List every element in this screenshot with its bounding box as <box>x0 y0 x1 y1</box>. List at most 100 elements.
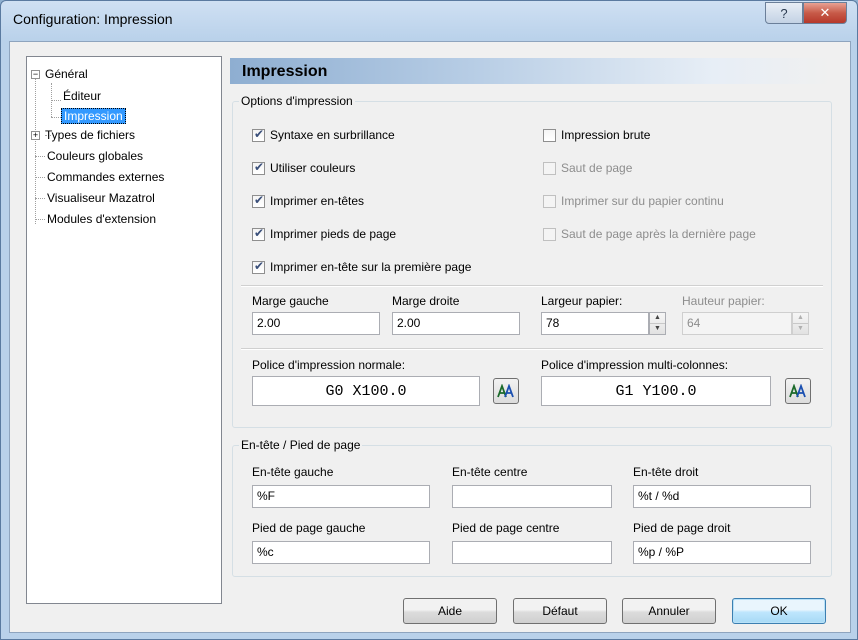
font-normal-label: Police d'impression normale: <box>252 358 406 372</box>
tree-item-impression[interactable]: Impression <box>61 108 126 125</box>
header-footer-group: En-tête / Pied de page En-tête gauche %F… <box>232 438 832 577</box>
paper-width-label: Largeur papier: <box>541 294 623 308</box>
print-headers-checkbox[interactable]: Imprimer en-têtes <box>252 193 364 209</box>
title-bar: Configuration: Impression ? ✕ <box>1 1 857 41</box>
margin-left-input[interactable]: 2.00 <box>252 312 380 335</box>
margin-left-label: Marge gauche <box>252 294 329 308</box>
checkbox-box <box>252 193 265 208</box>
font-normal-preview: G0 X100.0 <box>252 376 480 406</box>
header-right-label: En-tête droit <box>633 465 699 479</box>
group-legend: En-tête / Pied de page <box>239 438 363 452</box>
use-colors-checkbox[interactable]: Utiliser couleurs <box>252 160 355 176</box>
tree-item-types-fichiers[interactable]: Types de fichiers <box>45 127 135 144</box>
tree-line <box>51 117 61 118</box>
tree-line <box>35 219 45 220</box>
tree-item-label: Couleurs globales <box>47 149 144 163</box>
spin-down-icon[interactable]: ▼ <box>793 324 808 335</box>
checkbox-box <box>252 259 265 274</box>
tree-item-label: Général <box>45 67 88 81</box>
tree-item-general[interactable]: Général <box>45 66 88 83</box>
tree-line <box>35 177 45 178</box>
header-center-input[interactable] <box>452 485 612 508</box>
checkbox-label: Saut de page après la dernière page <box>561 227 756 241</box>
page-break-checkbox[interactable]: Saut de page <box>543 160 632 176</box>
ok-button[interactable]: OK <box>732 598 826 624</box>
dialog-client: − Général Éditeur Impression + Types de … <box>9 41 851 633</box>
help-button[interactable]: Aide <box>403 598 497 624</box>
raw-print-checkbox[interactable]: Impression brute <box>543 127 650 143</box>
spin-up-icon[interactable]: ▲ <box>650 313 665 324</box>
footer-center-input[interactable] <box>452 541 612 564</box>
print-options-group: Options d'impression Syntaxe en surbrill… <box>232 94 832 428</box>
checkbox-label: Impression brute <box>561 128 651 142</box>
margin-right-label: Marge droite <box>392 294 460 308</box>
footer-right-label: Pied de page droit <box>633 521 731 535</box>
tree-item-modules-extension[interactable]: Modules d'extension <box>47 211 156 228</box>
tree-item-editeur[interactable]: Éditeur <box>63 88 101 105</box>
tree-item-commandes-externes[interactable]: Commandes externes <box>47 169 164 186</box>
checkbox-box <box>543 161 556 175</box>
tree-item-couleurs-globales[interactable]: Couleurs globales <box>47 148 143 165</box>
paper-height-spinner[interactable]: ▲ ▼ <box>792 312 809 335</box>
margin-right-input[interactable]: 2.00 <box>392 312 520 335</box>
close-icon[interactable]: ✕ <box>803 2 847 24</box>
footer-right-input[interactable]: %p / %P <box>633 541 811 564</box>
collapse-icon[interactable]: − <box>31 70 40 79</box>
first-page-header-checkbox[interactable]: Imprimer en-tête sur la première page <box>252 259 471 275</box>
footer-left-input[interactable]: %c <box>252 541 430 564</box>
syntax-highlight-checkbox[interactable]: Syntaxe en surbrillance <box>252 127 395 143</box>
font-normal-button[interactable] <box>493 378 519 404</box>
tree-line <box>35 75 36 224</box>
page-title: Impression <box>230 58 834 84</box>
expand-icon[interactable]: + <box>31 131 40 140</box>
checkbox-box <box>252 226 265 241</box>
checkbox-box <box>543 227 556 241</box>
header-right-input[interactable]: %t / %d <box>633 485 811 508</box>
checkbox-label: Imprimer pieds de page <box>270 227 397 241</box>
paper-width-spinner[interactable]: ▲ ▼ <box>649 312 666 335</box>
footer-left-label: Pied de page gauche <box>252 521 366 535</box>
dialog-window: Configuration: Impression ? ✕ − Général … <box>0 0 858 640</box>
separator <box>241 348 823 350</box>
window-title: Configuration: Impression <box>13 11 173 27</box>
tree-item-visualiseur-mazatrol[interactable]: Visualiseur Mazatrol <box>47 190 155 207</box>
last-page-break-checkbox[interactable]: Saut de page après la dernière page <box>543 226 756 242</box>
paper-height-label: Hauteur papier: <box>682 294 765 308</box>
tree-line <box>35 198 45 199</box>
tree-item-label: Commandes externes <box>47 170 165 184</box>
tree-item-label: Éditeur <box>63 89 102 103</box>
font-multi-label: Police d'impression multi-colonnes: <box>541 358 729 372</box>
cancel-button[interactable]: Annuler <box>622 598 716 624</box>
spin-up-icon[interactable]: ▲ <box>793 313 808 324</box>
header-center-label: En-tête centre <box>452 465 528 479</box>
paper-width-input[interactable]: 78 <box>541 312 649 335</box>
separator <box>241 285 823 287</box>
tree-item-label: Visualiseur Mazatrol <box>47 191 155 205</box>
help-icon[interactable]: ? <box>765 2 803 24</box>
spin-down-icon[interactable]: ▼ <box>650 324 665 335</box>
continuous-paper-checkbox[interactable]: Imprimer sur du papier continu <box>543 193 724 209</box>
tree-line <box>35 156 45 157</box>
footer-center-label: Pied de page centre <box>452 521 560 535</box>
tree-line <box>51 100 61 101</box>
print-footers-checkbox[interactable]: Imprimer pieds de page <box>252 226 396 242</box>
paper-height-input[interactable]: 64 <box>682 312 792 335</box>
settings-tree[interactable]: − Général Éditeur Impression + Types de … <box>26 56 222 604</box>
checkbox-label: Imprimer en-têtes <box>270 194 365 208</box>
header-left-input[interactable]: %F <box>252 485 430 508</box>
checkbox-box <box>252 127 265 142</box>
checkbox-label: Utiliser couleurs <box>270 161 356 175</box>
tree-item-label: Modules d'extension <box>47 212 157 226</box>
checkbox-label: Saut de page <box>561 161 633 175</box>
font-icon <box>497 384 514 398</box>
tree-item-label: Impression <box>61 108 126 124</box>
checkbox-box <box>252 160 265 175</box>
header-left-label: En-tête gauche <box>252 465 334 479</box>
checkbox-label: Syntaxe en surbrillance <box>270 128 395 142</box>
tree-item-label: Types de fichiers <box>45 128 136 142</box>
font-multi-button[interactable] <box>785 378 811 404</box>
checkbox-label: Imprimer sur du papier continu <box>561 194 724 208</box>
checkbox-box <box>543 128 556 142</box>
font-icon <box>789 384 806 398</box>
default-button[interactable]: Défaut <box>513 598 607 624</box>
